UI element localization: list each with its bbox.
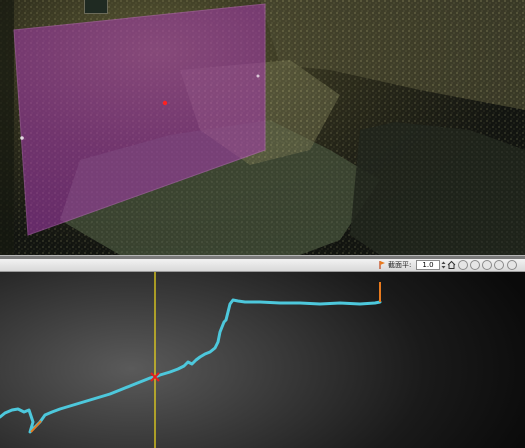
zoom-in-icon[interactable]: [470, 260, 480, 270]
settings-icon[interactable]: [494, 260, 504, 270]
profile-toolbar: 截面平: 1.0: [0, 259, 525, 272]
home-icon[interactable]: [447, 260, 456, 270]
pick-point-marker: [162, 100, 168, 106]
resolution-input[interactable]: 1.0: [416, 260, 440, 270]
point-cloud-render: [0, 0, 525, 255]
resolution-label: 截面平:: [388, 261, 412, 269]
close-icon[interactable]: [507, 260, 517, 270]
point-cloud-viewport[interactable]: [0, 0, 525, 255]
profile-view[interactable]: [0, 272, 525, 448]
profile-line: [0, 298, 382, 434]
resolution-spin-icon[interactable]: [441, 260, 446, 270]
play-icon[interactable]: [482, 260, 492, 270]
viewport-badge: [84, 0, 108, 14]
profile-graph: [0, 272, 382, 448]
zoom-out-icon[interactable]: [458, 260, 468, 270]
profile-marker-icon[interactable]: [378, 260, 386, 270]
